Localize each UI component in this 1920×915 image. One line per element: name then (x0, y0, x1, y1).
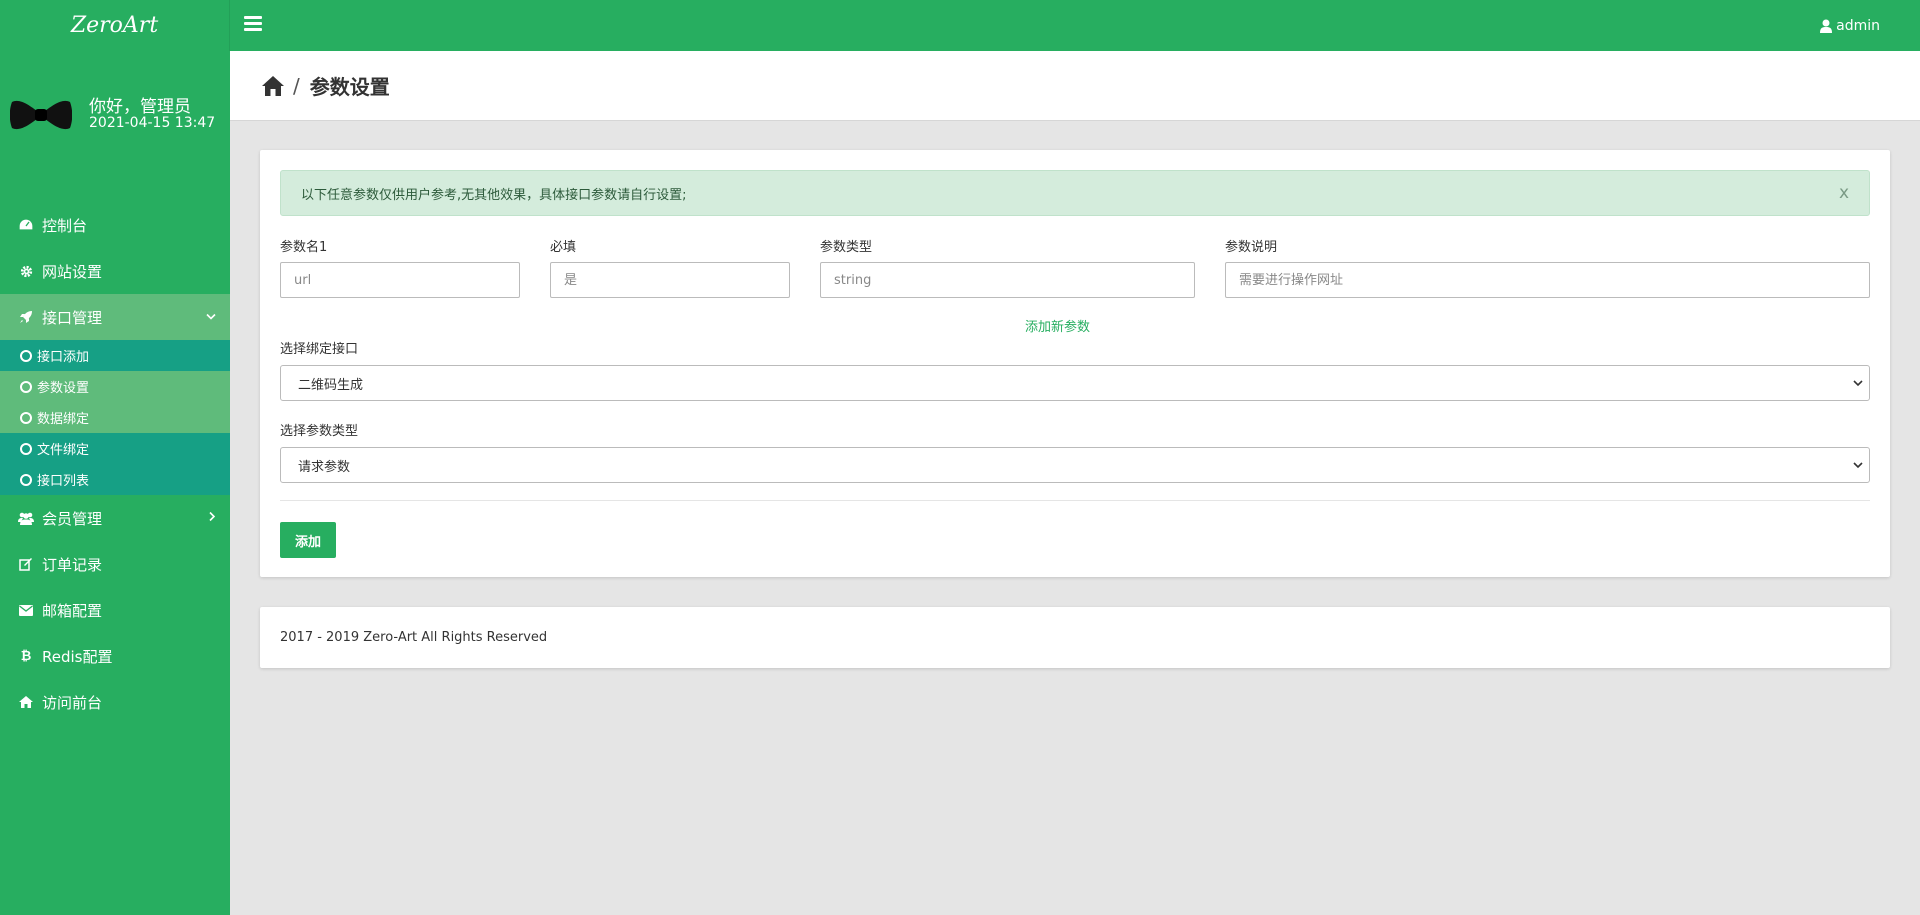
info-alert: 以下任意参数仅供用户参考,无其他效果，具体接口参数请自行设置; x (280, 170, 1870, 216)
sidebar-item-email-config[interactable]: 邮箱配置 (0, 587, 230, 633)
sidebar-nav: 控制台 网站设置 接口管理 接口添加 参数设置 数据绑定 文件绑定 接口列表 会… (0, 202, 230, 725)
circle-icon (20, 473, 32, 486)
chevron-down-icon (206, 310, 216, 325)
submenu-item-interface-list[interactable]: 接口列表 (0, 464, 230, 495)
submenu-item-label: 文件绑定 (37, 443, 90, 458)
sidebar-item-site-settings[interactable]: 网站设置 (0, 248, 230, 294)
menu-toggle-icon[interactable] (244, 16, 262, 32)
sidebar-item-label: 订单记录 (42, 555, 103, 574)
close-icon[interactable]: x (1839, 183, 1849, 203)
chevron-right-icon (209, 511, 216, 526)
bind-interface-label: 选择绑定接口 (280, 342, 359, 357)
submenu-item-label: 接口列表 (37, 474, 90, 489)
add-param-link[interactable]: 添加新参数 (1025, 316, 1090, 335)
sidebar-item-label: 控制台 (42, 216, 88, 235)
login-time: 2021-04-15 13:47 (89, 115, 216, 131)
home-icon[interactable] (261, 75, 285, 97)
user-profile: 你好，管理员 2021-04-15 13:47 (0, 51, 230, 186)
circle-icon (20, 380, 32, 393)
top-navbar: ZeroArt admin (0, 0, 1920, 51)
sidebar-item-visit-frontend[interactable]: 访问前台 (0, 679, 230, 725)
required-input[interactable] (550, 262, 790, 298)
dashboard-icon (18, 217, 34, 233)
breadcrumb: / 参数设置 (230, 51, 1920, 121)
gear-icon (18, 263, 34, 279)
circle-icon (20, 349, 32, 362)
home-icon (18, 694, 34, 710)
submenu-item-data-binding[interactable]: 数据绑定 (0, 402, 230, 433)
rocket-icon (18, 309, 34, 325)
sidebar-item-label: 邮箱配置 (42, 601, 103, 620)
form-divider (280, 500, 1870, 501)
param-type-select-label: 选择参数类型 (280, 424, 359, 439)
add-button[interactable]: 添加 (280, 522, 336, 558)
chevron-down-icon (1853, 458, 1863, 472)
param-name-input[interactable] (280, 262, 520, 298)
sidebar-item-label: 网站设置 (42, 262, 103, 281)
submenu-item-label: 参数设置 (37, 381, 90, 396)
param-name-label: 参数名1 (280, 240, 328, 255)
bind-interface-selected: 二维码生成 (298, 377, 364, 393)
submenu-item-add-interface[interactable]: 接口添加 (0, 340, 230, 371)
circle-icon (20, 411, 32, 424)
sidebar-item-label: 接口管理 (42, 308, 103, 327)
param-desc-label: 参数说明 (1225, 240, 1278, 255)
sidebar-item-label: 访问前台 (42, 693, 103, 712)
submenu-item-file-binding[interactable]: 文件绑定 (0, 433, 230, 464)
param-desc-input[interactable] (1225, 262, 1870, 298)
param-settings-card: 以下任意参数仅供用户参考,无其他效果，具体接口参数请自行设置; x 参数名1 必… (260, 150, 1890, 577)
chevron-down-icon (1853, 376, 1863, 390)
submenu-item-label: 数据绑定 (37, 412, 90, 427)
sidebar-item-dashboard[interactable]: 控制台 (0, 202, 230, 248)
bind-interface-select[interactable]: 二维码生成 (280, 365, 1870, 401)
avatar (10, 101, 72, 129)
param-type-label: 参数类型 (820, 240, 873, 255)
users-icon (18, 510, 34, 526)
param-type-input[interactable] (820, 262, 1195, 298)
interface-submenu: 接口添加 参数设置 数据绑定 文件绑定 接口列表 (0, 340, 230, 495)
sidebar: 你好，管理员 2021-04-15 13:47 控制台 网站设置 接口管理 接口… (0, 51, 230, 915)
bitcoin-icon: ₿ (20, 648, 32, 664)
greeting-text: 你好，管理员 (89, 97, 191, 117)
user-icon (1820, 19, 1833, 33)
copyright-text: 2017 - 2019 Zero-Art All Rights Reserved (280, 630, 548, 645)
app-logo[interactable]: ZeroArt (0, 0, 230, 51)
submenu-item-label: 接口添加 (37, 350, 90, 365)
edit-icon (18, 556, 34, 572)
breadcrumb-separator: / (293, 73, 300, 98)
sidebar-item-label: 会员管理 (42, 509, 103, 528)
footer: 2017 - 2019 Zero-Art All Rights Reserved (260, 607, 1890, 668)
user-menu[interactable]: admin (1820, 0, 1880, 51)
sidebar-item-label: Redis配置 (42, 647, 113, 666)
sidebar-item-interface-management[interactable]: 接口管理 (0, 294, 230, 340)
sidebar-item-redis-config[interactable]: ₿ Redis配置 (0, 633, 230, 679)
param-type-selected: 请求参数 (298, 459, 351, 475)
circle-icon (20, 442, 32, 455)
required-label: 必填 (550, 240, 577, 255)
page-title: 参数设置 (309, 75, 390, 99)
sidebar-item-member-management[interactable]: 会员管理 (0, 495, 230, 541)
envelope-icon (18, 602, 34, 618)
user-name: admin (1836, 17, 1880, 34)
param-type-select[interactable]: 请求参数 (280, 447, 1870, 483)
alert-text: 以下任意参数仅供用户参考,无其他效果，具体接口参数请自行设置; (301, 187, 687, 203)
submenu-item-param-settings[interactable]: 参数设置 (0, 371, 230, 402)
sidebar-item-order-records[interactable]: 订单记录 (0, 541, 230, 587)
